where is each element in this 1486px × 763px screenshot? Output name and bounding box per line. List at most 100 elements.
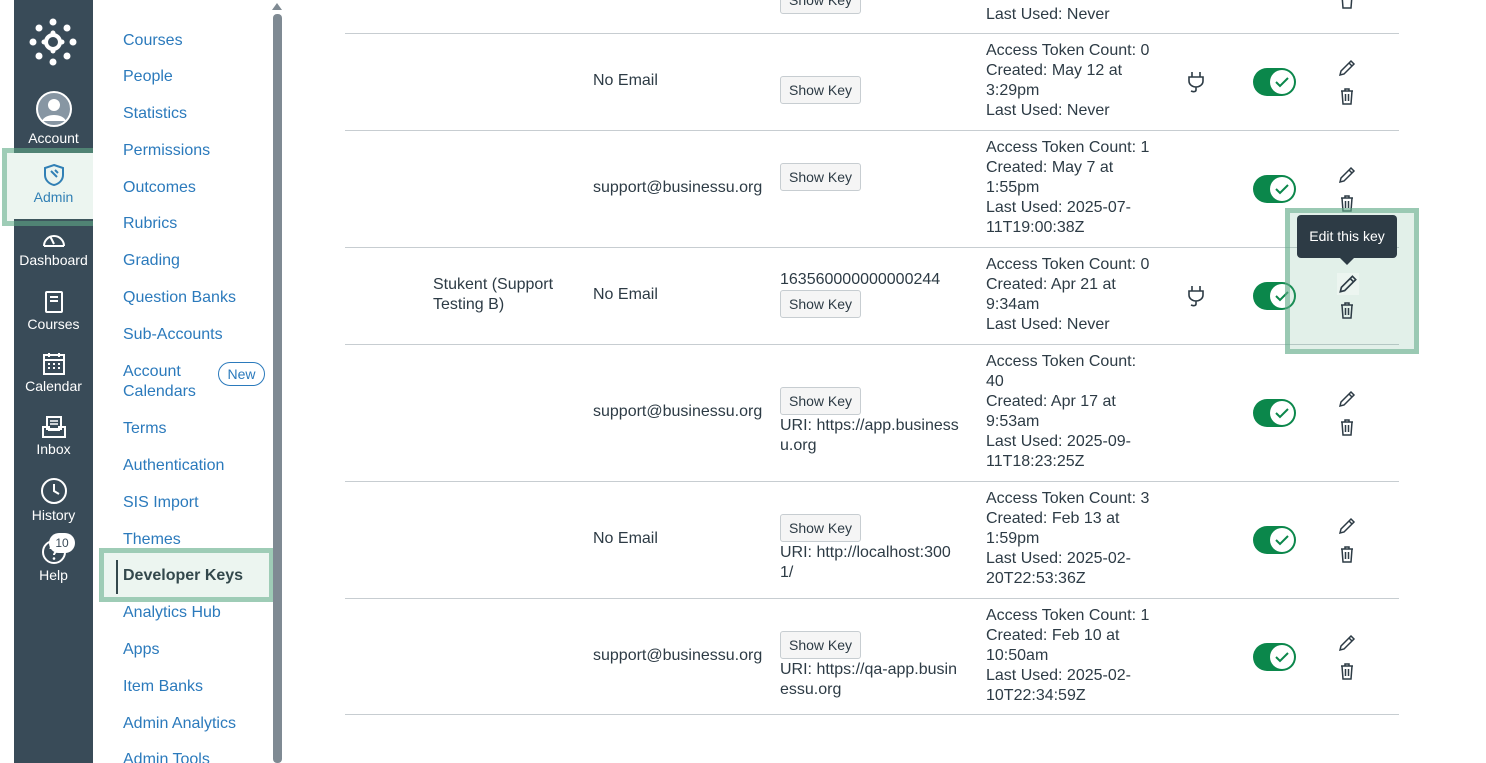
menu-authentication[interactable]: Authentication (123, 456, 224, 476)
edit-pencil-icon[interactable] (1337, 516, 1357, 536)
nav-admin[interactable]: Admin (14, 153, 93, 219)
created-time: 3:29pm (986, 82, 1040, 99)
edit-pencil-icon[interactable] (1337, 389, 1357, 409)
last-used: Last Used: 2025-02- (986, 550, 1131, 567)
menu-developer-keys[interactable]: Developer Keys (123, 566, 243, 586)
delete-icon[interactable] (1337, 544, 1357, 564)
delete-icon[interactable] (1337, 86, 1357, 106)
key-stats: Access Token Count: 1 Created: Feb 10 at… (986, 606, 1149, 706)
nav-inbox-label: Inbox (36, 441, 71, 457)
menu-item-banks[interactable]: Item Banks (123, 677, 203, 697)
show-key-button[interactable]: Show Key (780, 290, 862, 318)
key-state-toggle[interactable] (1253, 68, 1296, 96)
created-date: Created: May 7 at (986, 159, 1114, 176)
access-token-count-value: 40 (986, 373, 1004, 390)
menu-apps[interactable]: Apps (123, 640, 159, 660)
nav-courses-label: Courses (27, 316, 80, 332)
redirect-uri-line2: essu.org (780, 681, 842, 698)
delete-icon[interactable] (1337, 193, 1357, 213)
menu-admin-tools[interactable]: Admin Tools (123, 750, 210, 763)
show-key-button[interactable]: Show Key (780, 163, 862, 191)
nav-inbox[interactable]: Inbox (14, 415, 93, 457)
key-email: No Email (593, 530, 658, 547)
created-date: Created: Apr 21 at (986, 276, 1116, 293)
created-date: Created: Feb 13 at (986, 510, 1120, 527)
lti-plug-icon (1188, 72, 1204, 93)
key-stats: Access Token Count: 0 Created: May 12 at… (986, 41, 1149, 121)
delete-icon[interactable] (1337, 300, 1357, 320)
nav-history[interactable]: History (14, 477, 93, 523)
edit-pencil-icon[interactable] (1337, 633, 1357, 653)
edit-pencil-icon[interactable] (1337, 58, 1357, 78)
menu-people[interactable]: People (123, 67, 173, 87)
menu-themes[interactable]: Themes (123, 530, 181, 550)
menu-analytics-hub[interactable]: Analytics Hub (123, 603, 221, 623)
menu-courses[interactable]: Courses (123, 31, 183, 51)
key-stats: Access Token Count: 1 Created: May 7 at … (986, 138, 1149, 238)
new-badge: New (218, 362, 265, 386)
nav-calendar[interactable]: Calendar (14, 352, 93, 394)
menu-permissions[interactable]: Permissions (123, 141, 210, 161)
menu-outcomes[interactable]: Outcomes (123, 178, 196, 198)
show-key-button[interactable]: Show Key (780, 0, 862, 14)
nav-help-label: Help (39, 567, 68, 583)
key-email: No Email (593, 286, 658, 303)
courses-icon (44, 291, 63, 313)
canvas-logo-icon[interactable] (29, 18, 77, 66)
table-row (345, 344, 1399, 481)
key-state-toggle[interactable] (1253, 282, 1296, 310)
nav-courses[interactable]: Courses (14, 290, 93, 332)
menu-grading[interactable]: Grading (123, 251, 180, 271)
history-icon (40, 478, 67, 504)
key-state-toggle[interactable] (1253, 175, 1296, 203)
key-last-used: Last Used: Never (986, 6, 1110, 23)
key-state-toggle[interactable] (1253, 643, 1296, 671)
scroll-up-arrow-icon[interactable] (272, 3, 282, 10)
nav-account[interactable]: Account (14, 90, 93, 146)
redirect-uri-line1: URI: https://app.business (780, 417, 959, 434)
menu-statistics[interactable]: Statistics (123, 104, 187, 124)
created-date: Created: Apr 17 at (986, 393, 1116, 410)
admin-icon (43, 163, 64, 187)
menu-sis-import[interactable]: SIS Import (123, 493, 199, 513)
key-email: No Email (593, 72, 658, 89)
nav-dashboard-label: Dashboard (19, 252, 88, 268)
edit-pencil-icon[interactable] (1337, 165, 1357, 185)
key-stats: Access Token Count: 0 Created: Apr 21 at… (986, 255, 1149, 335)
last-used-cont: 10T22:34:59Z (986, 687, 1086, 704)
show-key-button[interactable]: Show Key (780, 631, 862, 659)
key-state-toggle[interactable] (1253, 526, 1296, 554)
table-row (345, 33, 1399, 130)
side-menu-scrollbar[interactable] (273, 14, 282, 763)
delete-icon[interactable] (1337, 661, 1357, 681)
menu-sub-accounts[interactable]: Sub-Accounts (123, 325, 223, 345)
edit-pencil-icon[interactable] (1337, 273, 1359, 295)
key-email: support@businessu.org (593, 647, 763, 664)
menu-question-banks[interactable]: Question Banks (123, 288, 236, 308)
key-state-toggle[interactable] (1253, 399, 1296, 427)
menu-account-calendars[interactable]: Account Calendars (123, 362, 196, 402)
inbox-icon (41, 416, 66, 438)
active-menu-indicator (116, 560, 118, 594)
account-icon (35, 91, 72, 127)
lti-plug-icon (1188, 286, 1204, 307)
menu-admin-analytics[interactable]: Admin Analytics (123, 714, 236, 734)
access-token-count: Access Token Count: 3 (986, 490, 1150, 507)
key-email: support@businessu.org (593, 179, 763, 196)
nav-dashboard[interactable]: Dashboard (14, 228, 93, 268)
show-key-button[interactable]: Show Key (780, 387, 862, 415)
created-time: 10:50am (986, 647, 1049, 664)
show-key-button[interactable]: Show Key (780, 514, 862, 542)
created-time: 1:59pm (986, 530, 1040, 547)
dashboard-icon (42, 235, 65, 247)
created-time: 9:53am (986, 413, 1040, 430)
menu-terms[interactable]: Terms (123, 419, 167, 439)
show-key-button[interactable]: Show Key (780, 76, 862, 104)
created-time: 9:34am (986, 296, 1040, 313)
menu-rubrics[interactable]: Rubrics (123, 214, 177, 234)
access-token-count: Access Token Count: (986, 353, 1137, 370)
created-time: 1:55pm (986, 179, 1040, 196)
calendar-icon (42, 353, 65, 375)
delete-icon[interactable] (1337, 417, 1357, 437)
delete-icon[interactable] (1337, 0, 1357, 10)
